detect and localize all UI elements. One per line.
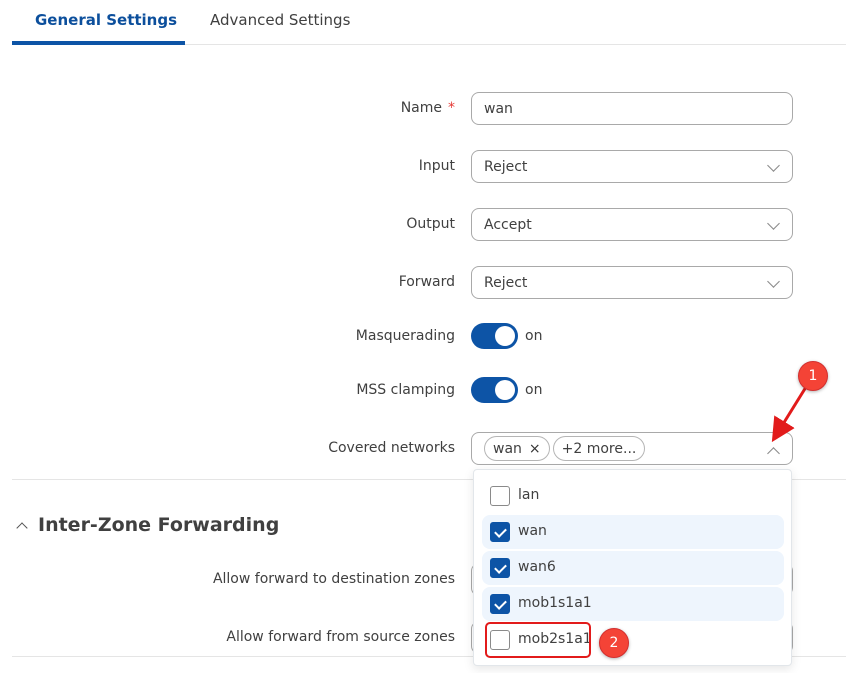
checkbox[interactable] bbox=[490, 630, 510, 650]
checkbox-checked[interactable] bbox=[490, 522, 510, 542]
option-label: wan bbox=[518, 523, 547, 539]
input-select-value: Reject bbox=[484, 158, 528, 175]
covered-networks-dropdown: lan wan wan6 mob1s1a1 mob2s1a1 bbox=[473, 469, 792, 666]
chevron-up-icon[interactable] bbox=[16, 522, 28, 534]
checkbox-checked[interactable] bbox=[490, 594, 510, 614]
name-input-value: wan bbox=[484, 100, 513, 117]
annotation-badge-2: 2 bbox=[599, 628, 629, 658]
option-label: mob2s1a1 bbox=[518, 631, 592, 647]
mss-clamping-label: MSS clamping bbox=[356, 382, 455, 398]
input-select[interactable]: Reject bbox=[471, 150, 793, 183]
chip-label: wan bbox=[493, 440, 522, 457]
name-input[interactable]: wan bbox=[471, 92, 793, 125]
option-lan[interactable]: lan bbox=[482, 479, 784, 513]
required-mark: * bbox=[448, 100, 455, 116]
covered-networks-select[interactable]: wan × +2 more... bbox=[471, 432, 793, 465]
active-tab-indicator bbox=[12, 41, 185, 45]
masquerading-toggle[interactable] bbox=[471, 323, 518, 349]
chevron-down-icon bbox=[767, 275, 780, 288]
tab-advanced-settings[interactable]: Advanced Settings bbox=[210, 11, 350, 29]
tab-general-settings[interactable]: General Settings bbox=[35, 11, 177, 29]
chip-wan: wan × bbox=[484, 436, 550, 461]
annotation-badge-1: 1 bbox=[798, 361, 828, 391]
option-label: wan6 bbox=[518, 559, 556, 575]
masquerading-state: on bbox=[525, 328, 543, 344]
mss-clamping-state: on bbox=[525, 382, 543, 398]
option-wan6[interactable]: wan6 bbox=[482, 551, 784, 585]
name-label: Name * bbox=[401, 100, 455, 116]
toggle-knob bbox=[495, 326, 515, 346]
covered-networks-label: Covered networks bbox=[328, 440, 455, 456]
chevron-down-icon bbox=[767, 159, 780, 172]
checkbox[interactable] bbox=[490, 486, 510, 506]
name-label-text: Name bbox=[400, 100, 442, 116]
checkbox-checked[interactable] bbox=[490, 558, 510, 578]
masquerading-label: Masquerading bbox=[355, 328, 455, 344]
option-mob2s1a1[interactable]: mob2s1a1 bbox=[482, 623, 784, 657]
chevron-down-icon bbox=[767, 217, 780, 230]
forward-select[interactable]: Reject bbox=[471, 266, 793, 299]
section-title[interactable]: Inter-Zone Forwarding bbox=[38, 514, 279, 536]
option-mob1s1a1[interactable]: mob1s1a1 bbox=[482, 587, 784, 621]
tab-bar: General Settings Advanced Settings bbox=[12, 0, 846, 45]
option-wan[interactable]: wan bbox=[482, 515, 784, 549]
option-label: mob1s1a1 bbox=[518, 595, 592, 611]
output-select-value: Accept bbox=[484, 216, 532, 233]
close-icon[interactable]: × bbox=[529, 441, 541, 457]
forward-label: Forward bbox=[398, 274, 455, 290]
mss-clamping-toggle[interactable] bbox=[471, 377, 518, 403]
arrow-line bbox=[771, 386, 808, 443]
toggle-knob bbox=[495, 380, 515, 400]
forward-select-value: Reject bbox=[484, 274, 528, 291]
output-label: Output bbox=[406, 216, 455, 232]
output-select[interactable]: Accept bbox=[471, 208, 793, 241]
forward-source-label: Allow forward from source zones bbox=[226, 629, 455, 645]
forward-destination-label: Allow forward to destination zones bbox=[212, 571, 455, 587]
more-chip[interactable]: +2 more... bbox=[552, 436, 646, 461]
chevron-up-icon[interactable] bbox=[767, 447, 780, 460]
option-label: lan bbox=[518, 487, 540, 503]
input-label: Input bbox=[418, 158, 455, 174]
